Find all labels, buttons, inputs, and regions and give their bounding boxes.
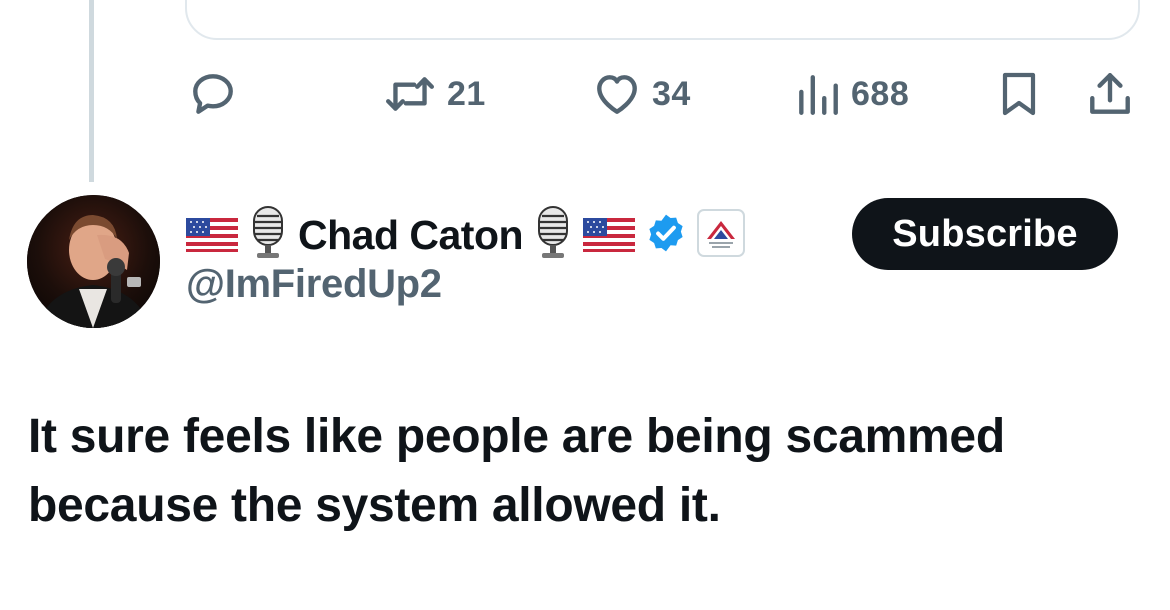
like-count: 34	[652, 74, 691, 113]
author-display-name[interactable]: Chad Caton	[298, 212, 524, 259]
retweet-button[interactable]: 21	[383, 64, 486, 124]
heart-icon	[592, 69, 642, 119]
reply-button[interactable]	[188, 64, 238, 124]
author-avatar[interactable]	[27, 195, 160, 328]
us-flag-icon	[583, 218, 636, 252]
subscribe-button[interactable]: Subscribe	[852, 198, 1118, 270]
reply-icon	[188, 69, 238, 119]
bookmark-icon	[997, 69, 1041, 119]
tweet-body-text: It sure feels like people are being scam…	[28, 410, 1005, 532]
retweet-count: 21	[447, 74, 486, 113]
us-flag-icon	[186, 218, 238, 252]
author-name-row[interactable]: Chad Caton	[186, 205, 746, 266]
tweet-action-bar: 21 34 688	[0, 64, 1170, 124]
view-count: 688	[851, 74, 910, 113]
microphone-icon	[248, 205, 288, 266]
share-button[interactable]	[1085, 64, 1135, 124]
like-button[interactable]: 34	[592, 64, 691, 124]
affiliate-badge-icon[interactable]	[697, 208, 746, 262]
bookmark-button[interactable]	[997, 64, 1041, 124]
microphone-icon	[533, 205, 573, 266]
retweet-icon	[383, 69, 437, 119]
views-button[interactable]: 688	[795, 64, 909, 124]
quoted-card-bottom[interactable]	[185, 0, 1140, 40]
analytics-bars-icon	[795, 69, 841, 119]
author-handle[interactable]: @ImFiredUp2	[186, 262, 442, 307]
verified-badge-icon[interactable]	[645, 212, 687, 259]
share-icon	[1085, 69, 1135, 119]
